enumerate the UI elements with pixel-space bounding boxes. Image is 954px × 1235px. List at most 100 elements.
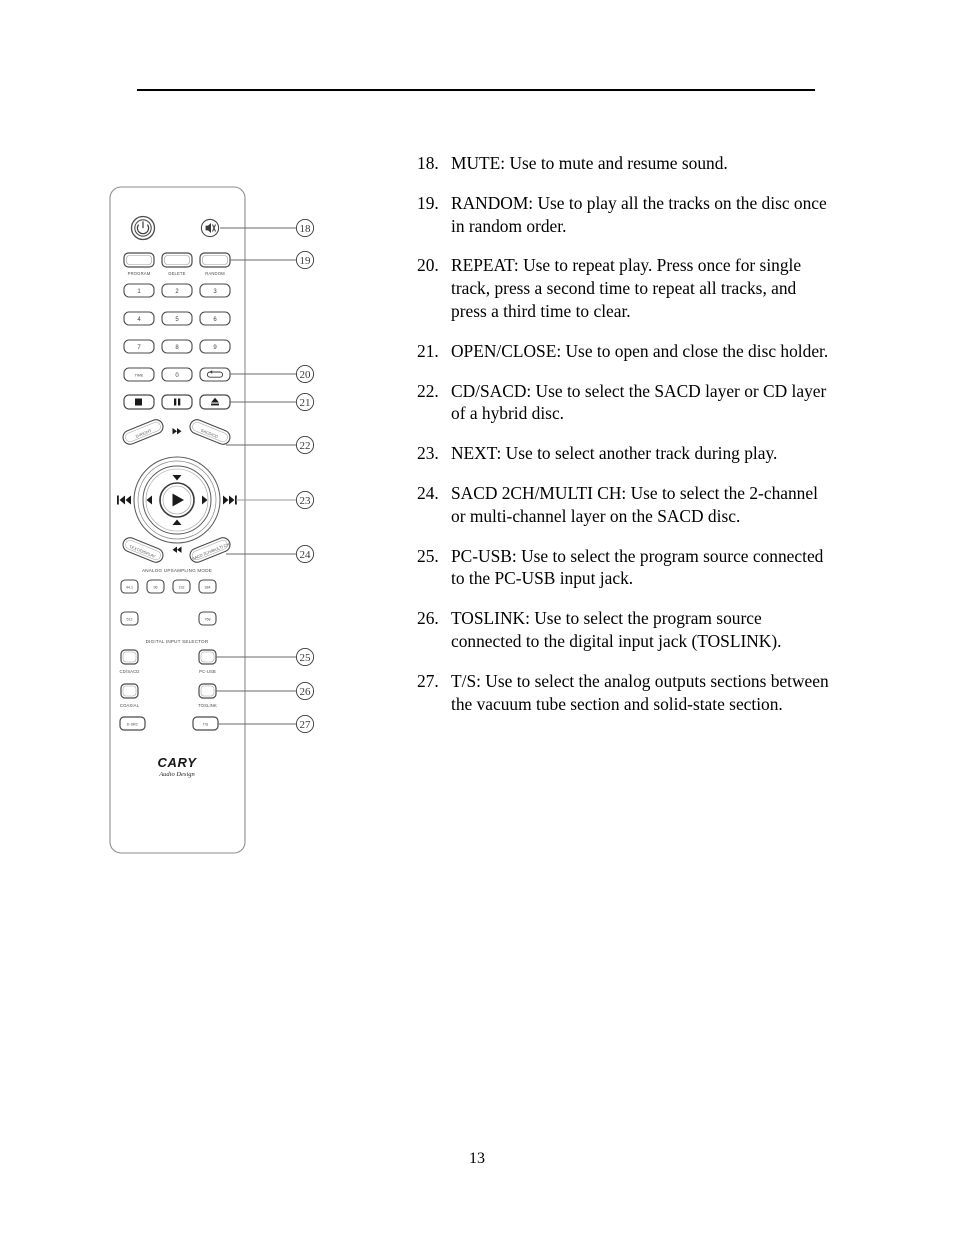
instruction-item-18: 18. MUTE: Use to mute and resume sound. <box>417 152 829 175</box>
upsampling-768-button: 768 <box>198 611 217 626</box>
svg-text:768: 768 <box>205 618 211 622</box>
pc-usb-input-label: PC-USB <box>199 669 216 674</box>
instruction-text: TOSLINK: Use to select the program sourc… <box>451 608 782 651</box>
instruction-text: OPEN/CLOSE: Use to open and close the di… <box>451 340 829 361</box>
key-0: 0 <box>161 367 193 382</box>
instruction-item-19: 19. RANDOM: Use to play all the tracks o… <box>417 192 829 238</box>
svg-text:TIME: TIME <box>135 374 144 378</box>
instruction-number: 26. <box>417 608 439 629</box>
instruction-number: 24. <box>417 482 439 503</box>
svg-text:18: 18 <box>300 223 312 235</box>
key-2: 2 <box>161 283 193 298</box>
pause-button <box>161 394 193 410</box>
key-4: 4 <box>123 311 155 326</box>
d-src-button: D-SRC <box>119 716 146 731</box>
cary-logo-text: CARY <box>157 755 197 770</box>
time-button: TIME <box>123 367 155 382</box>
t-s-label: T/S <box>203 723 209 727</box>
instruction-number: 20. <box>417 255 439 276</box>
instruction-number: 27. <box>417 670 439 691</box>
remote-control-figure: PROGRAM DELETE RANDOM 1 2 3 4 5 6 7 8 9 … <box>100 180 350 870</box>
t-s-button: T/S <box>192 716 219 731</box>
repeat-button <box>199 367 231 382</box>
instruction-item-26: 26. TOSLINK: Use to select the program s… <box>417 607 829 653</box>
instruction-text: CD/SACD: Use to select the SACD layer or… <box>451 380 827 424</box>
header-rule <box>137 89 815 91</box>
instruction-item-22: 22. CD/SACD: Use to select the SACD laye… <box>417 380 829 426</box>
coaxial-input-button <box>120 683 139 699</box>
coaxial-input-label: COAXIAL <box>120 703 140 708</box>
instruction-number: 22. <box>417 380 439 401</box>
program-label: PROGRAM <box>128 271 151 276</box>
instruction-text: REPEAT: Use to repeat play. Press once f… <box>451 255 802 321</box>
instruction-text: MUTE: Use to mute and resume sound. <box>451 153 728 173</box>
cd-sacd-input-button <box>120 649 139 665</box>
svg-text:192: 192 <box>179 586 185 590</box>
instruction-text: SACD 2CH/MULTI CH: Use to select the 2-c… <box>451 482 818 526</box>
toslink-input-label: TOSLINK <box>198 703 217 708</box>
upsampling-384-button: 384 <box>198 579 217 594</box>
upsampling-512-button: 512 <box>120 611 139 626</box>
key-7: 7 <box>123 339 155 354</box>
instruction-number: 21. <box>417 340 439 361</box>
eject-button <box>199 394 231 410</box>
svg-text:24: 24 <box>300 549 312 561</box>
digital-input-section-label: DIGITAL INPUT SELECTOR <box>146 639 209 644</box>
key-6: 6 <box>199 311 231 326</box>
key-3: 3 <box>199 283 231 298</box>
svg-text:96: 96 <box>154 586 158 590</box>
cd-sacd-input-label: CD/SACD <box>120 669 140 674</box>
instruction-item-20: 20. REPEAT: Use to repeat play. Press on… <box>417 254 829 322</box>
svg-text:20: 20 <box>300 369 312 381</box>
upsampling-section-label: ANALOG UPSAMPLING MODE <box>142 568 212 573</box>
power-button <box>130 215 156 241</box>
stop-icon <box>135 398 142 406</box>
instruction-item-27: 27. T/S: Use to select the analog output… <box>417 670 829 716</box>
instruction-text: T/S: Use to select the analog outputs se… <box>451 670 829 714</box>
instruction-text: NEXT: Use to select another track during… <box>451 443 778 464</box>
cary-logo-subtext: Audio Design <box>158 771 195 778</box>
instruction-item-24: 24. SACD 2CH/MULTI CH: Use to select the… <box>417 482 829 528</box>
svg-text:512: 512 <box>127 618 133 622</box>
d-src-label: D-SRC <box>127 723 139 727</box>
svg-text:44.1: 44.1 <box>126 586 133 590</box>
page-number: 13 <box>469 1150 485 1167</box>
instruction-number: 25. <box>417 545 439 566</box>
key-8: 8 <box>161 339 193 354</box>
instruction-number: 18. <box>417 153 439 173</box>
manual-page: PROGRAM DELETE RANDOM 1 2 3 4 5 6 7 8 9 … <box>0 0 954 1235</box>
key-5: 5 <box>161 311 193 326</box>
instruction-item-25: 25. PC-USB: Use to select the program so… <box>417 545 829 591</box>
program-button <box>123 252 155 268</box>
instruction-item-21: 21. OPEN/CLOSE: Use to open and close th… <box>417 340 829 363</box>
callout-23: 23 <box>236 490 315 510</box>
random-button <box>199 252 231 268</box>
stop-button <box>123 394 155 410</box>
upsampling-96-button: 96 <box>146 579 165 594</box>
key-1: 1 <box>123 283 155 298</box>
instruction-list: 18. MUTE: Use to mute and resume sound. … <box>417 152 829 732</box>
instruction-text: PC-USB: Use to select the program source… <box>451 545 824 589</box>
svg-text:26: 26 <box>300 686 312 698</box>
delete-label: DELETE <box>168 271 185 276</box>
instruction-number: 23. <box>417 443 439 464</box>
svg-text:22: 22 <box>300 440 311 452</box>
upsampling-44-button: 44.1 <box>120 579 139 594</box>
svg-text:25: 25 <box>300 652 312 664</box>
svg-text:27: 27 <box>300 719 312 731</box>
pc-usb-input-button <box>198 649 217 665</box>
cary-logo: CARY Audio Design <box>157 755 197 778</box>
instruction-number: 19. <box>417 192 439 213</box>
upsampling-192-button: 192 <box>172 579 191 594</box>
svg-text:21: 21 <box>300 397 311 409</box>
instruction-item-23: 23. NEXT: Use to select another track du… <box>417 442 829 465</box>
svg-text:384: 384 <box>205 586 211 590</box>
keypad: 1 2 3 4 5 6 7 8 9 <box>123 283 231 354</box>
instruction-text: RANDOM: Use to play all the tracks on th… <box>451 192 827 236</box>
svg-text:19: 19 <box>300 255 312 267</box>
key-9: 9 <box>199 339 231 354</box>
toslink-input-button <box>198 683 217 699</box>
random-label: RANDOM <box>205 271 225 276</box>
delete-button <box>161 252 193 268</box>
svg-text:23: 23 <box>300 495 312 507</box>
